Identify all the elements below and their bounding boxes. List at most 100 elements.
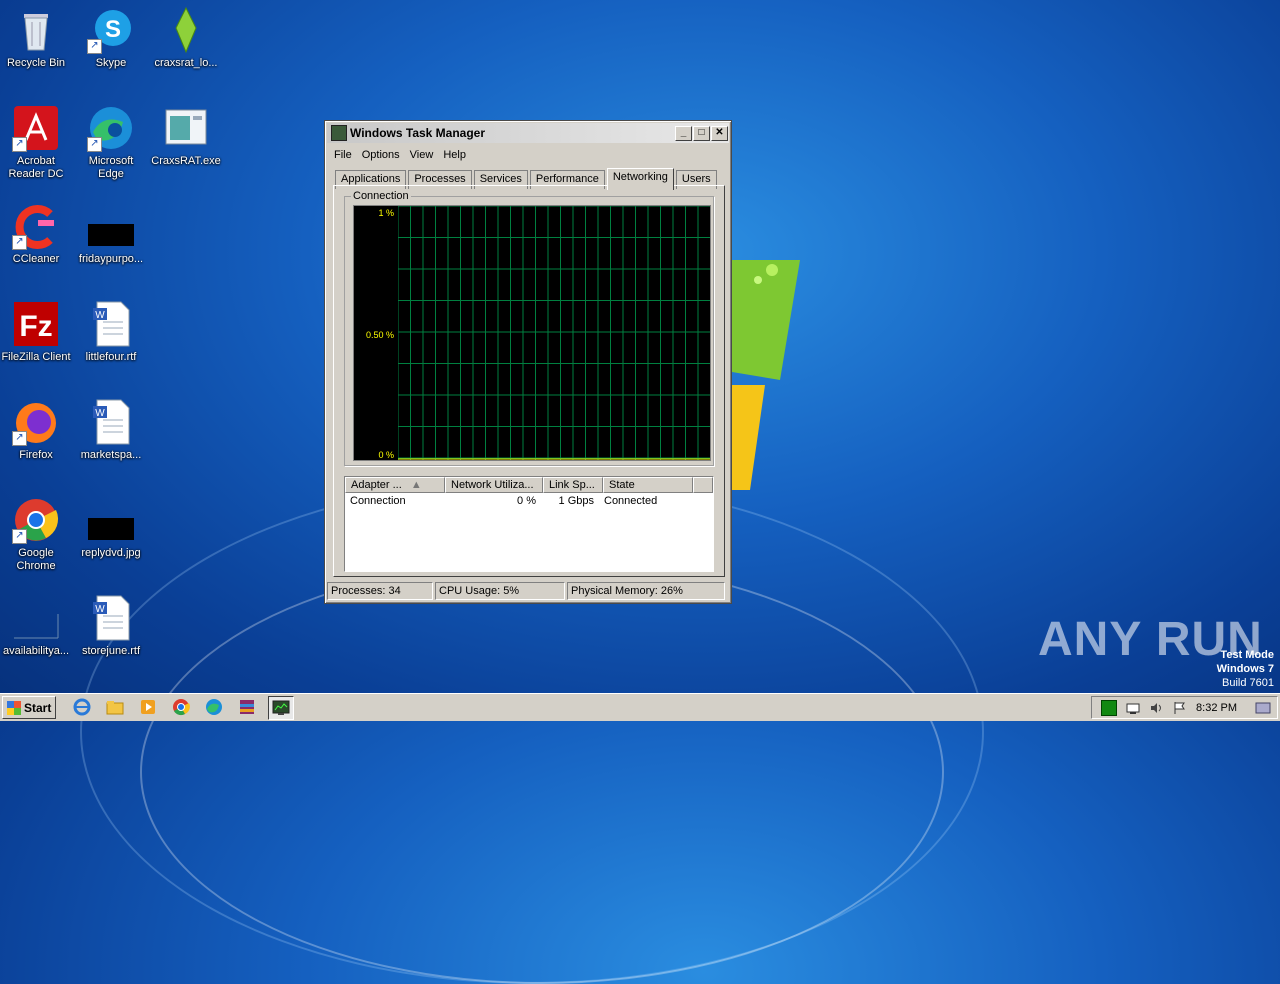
blank-file-icon [12,594,60,642]
desktop-icon-skype[interactable]: S ↗ Skype [75,6,147,70]
clock[interactable]: 8:32 PM [1196,702,1237,714]
desktop-icon-edge[interactable]: ↗ Microsoft Edge [75,104,147,181]
cell-link-speed: 1 Gbps [558,495,594,507]
skype-icon: S ↗ [87,6,135,54]
ccleaner-icon: ↗ [12,202,60,250]
desktop-icon-label: Acrobat Reader DC [8,155,64,180]
desktop-icon-label: availabilitya... [2,645,70,657]
network-icon[interactable] [1126,701,1140,715]
show-desktop-icon[interactable] [1255,701,1271,715]
test-mode-text: Test Mode Windows 7 Build 7601 [1217,648,1274,690]
black-file-icon [87,202,135,250]
tab-networking[interactable]: Networking [606,168,674,190]
column-adapter[interactable]: Adapter ... ▲ [345,477,445,493]
maximize-button[interactable]: □ [693,125,710,141]
desktop-icon-craxsrat-exe[interactable]: CraxsRAT.exe [150,104,222,168]
menu-help[interactable]: Help [438,147,471,163]
desktop-icon-littlefour[interactable]: W littlefour.rtf [75,300,147,364]
acrobat-icon: ↗ [12,104,60,152]
svg-text:W: W [95,310,105,321]
status-memory: Physical Memory: 26% [567,582,725,600]
desktop-icon-firefox[interactable]: ↗ Firefox [0,398,72,462]
media-player-icon[interactable] [136,696,160,718]
green-crystal-icon [162,6,210,54]
svg-text:Fz: Fz [19,310,52,343]
menu-view[interactable]: View [405,147,439,163]
menu-options[interactable]: Options [357,147,405,163]
explorer-folder-icon[interactable] [103,696,127,718]
desktop-icon-fridaypurpo[interactable]: fridaypurpo... [75,202,147,266]
action-center-flag-icon[interactable] [1172,701,1186,715]
desktop-icon-acrobat[interactable]: ↗ Acrobat Reader DC [0,104,72,181]
column-utilization[interactable]: Network Utiliza... [445,477,543,493]
exe-window-icon [162,104,210,152]
desktop-icon-label: Microsoft Edge [88,155,134,180]
volume-icon[interactable] [1149,701,1163,715]
windows-flag-icon [7,700,21,715]
column-state[interactable]: State [603,477,693,493]
taskbar: Start 8:32 PM [0,693,1280,721]
task-manager-taskbar-icon[interactable] [268,695,295,720]
window-title: Windows Task Manager [350,126,486,140]
desktop-icon-filezilla[interactable]: Fz FileZilla Client [0,300,72,364]
quick-launch [70,695,303,720]
desktop-icon-label: Recycle Bin [6,57,66,69]
group-label: Connection [351,190,411,202]
graph-grid [398,206,710,460]
desktop-icon-label: FileZilla Client [1,351,71,363]
test-mode-line: Test Mode [1220,649,1274,661]
desktop-icon-label: fridaypurpo... [78,253,144,265]
system-tray: 8:32 PM [1091,696,1278,719]
wallpaper-logo-fragment [720,260,800,490]
task-manager-window[interactable]: Windows Task Manager _ □ ✕ File Options … [324,120,732,604]
column-link-speed[interactable]: Link Sp... [543,477,603,493]
status-processes: Processes: 34 [327,582,433,600]
y-label-bottom: 0 % [378,450,394,460]
cell-state: Connected [604,495,658,507]
menu-file[interactable]: File [329,147,357,163]
desktop-icon-chrome[interactable]: ↗ Google Chrome [0,496,72,573]
desktop-icon-label: CraxsRAT.exe [151,155,221,167]
desktop-icon-label: replydvd.jpg [81,547,141,559]
minimize-button[interactable]: _ [675,125,692,141]
desktop-icon-marketspa[interactable]: W marketspa... [75,398,147,462]
shortcut-arrow-icon: ↗ [12,431,27,446]
desktop-icon-craxsrat-lo[interactable]: craxsrat_lo... [150,6,222,70]
shortcut-arrow-icon: ↗ [12,235,27,250]
networking-panel: Connection 1 % 0.50 % 0 % Adapter ... ▲ … [333,185,725,577]
green-status-icon[interactable] [1101,699,1117,716]
ie-icon[interactable] [70,696,94,718]
chrome-taskbar-icon[interactable] [169,696,193,718]
winrar-icon[interactable] [235,696,259,718]
start-label: Start [24,700,52,715]
y-label-top: 1 % [378,208,394,218]
desktop-icon-storejune[interactable]: W storejune.rtf [75,594,147,658]
desktop-icon-label: CCleaner [12,253,60,265]
title-bar[interactable]: Windows Task Manager _ □ ✕ [327,123,729,143]
desktop-icon-replydvd[interactable]: replydvd.jpg [75,496,147,560]
build-line: Build 7601 [1222,677,1274,689]
desktop-icon-recycle-bin[interactable]: Recycle Bin [0,6,72,70]
status-bar: Processes: 34 CPU Usage: 5% Physical Mem… [327,582,727,600]
y-label-mid: 0.50 % [365,330,394,340]
chrome-icon: ↗ [12,496,60,544]
edge-taskbar-icon[interactable] [202,696,226,718]
desktop-icon-ccleaner[interactable]: ↗ CCleaner [0,202,72,266]
network-graph: 1 % 0.50 % 0 % [353,205,711,461]
status-cpu: CPU Usage: 5% [435,582,565,600]
shortcut-arrow-icon: ↗ [12,137,27,152]
desktop-icon-availabilitya[interactable]: availabilitya... [0,594,72,658]
adapter-list[interactable]: Adapter ... ▲ Network Utiliza... Link Sp… [344,476,714,572]
windows-version-line: Windows 7 [1216,663,1274,675]
shortcut-arrow-icon: ↗ [12,529,27,544]
desktop-icon-label: craxsrat_lo... [154,57,218,69]
word-document-icon: W [87,398,135,446]
black-image-icon [87,496,135,544]
desktop-icon-label: Firefox [19,449,53,461]
close-button[interactable]: ✕ [711,125,728,141]
table-row[interactable]: Connection 0 % 1 Gbps Connected [345,493,713,509]
cell-utilization: 0 % [517,495,536,507]
svg-text:W: W [95,408,105,419]
svg-text:S: S [105,16,121,43]
start-button[interactable]: Start [2,696,57,719]
